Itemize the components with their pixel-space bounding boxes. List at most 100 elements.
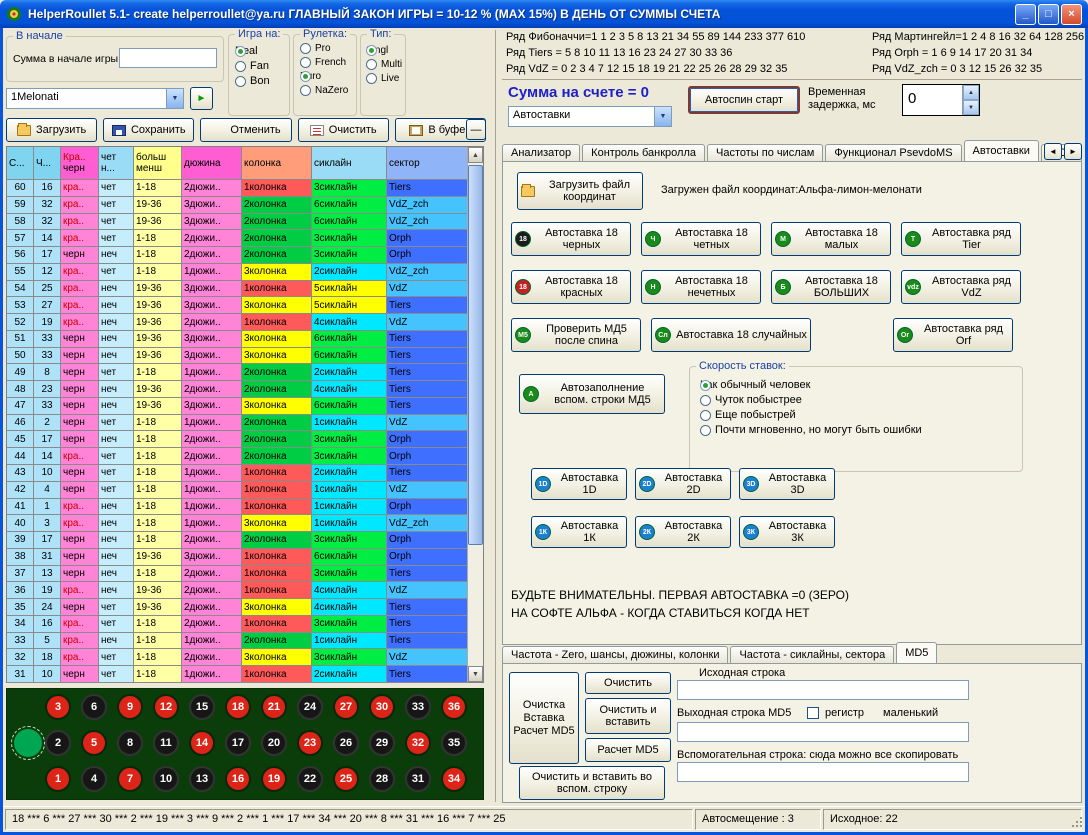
toolbar-button[interactable]: Сохранить — [103, 118, 194, 142]
wheel-number[interactable]: 6 — [81, 694, 107, 720]
autobet-button[interactable]: СлАвтоставка 18 случайных — [651, 318, 811, 352]
autobet-button[interactable]: М5Проверить МД5 после спина — [511, 318, 641, 352]
maximize-button[interactable]: □ — [1038, 4, 1059, 25]
tab-4[interactable]: Автоставки — [964, 140, 1039, 161]
wheel-number[interactable]: 25 — [333, 766, 359, 792]
autobet-button[interactable]: 3КАвтоставка 3К — [739, 516, 835, 548]
md5-big-button[interactable]: Очистка Вставка Расчет MD5 — [509, 672, 579, 764]
md5-clear-paste-aux-button[interactable]: Очистить и вставить во вспом. строку — [519, 766, 665, 800]
md5-output-input[interactable] — [677, 722, 969, 742]
autobet-button[interactable]: ТАвтоставка ряд Tier — [901, 222, 1021, 256]
scroll-up-icon[interactable]: ▲ — [468, 147, 483, 163]
autobet-button[interactable]: БАвтоставка 18 БОЛЬШИХ — [771, 270, 891, 304]
wheel-number[interactable]: 10 — [153, 766, 179, 792]
autobet-button[interactable]: 18Автоставка 18 красных — [511, 270, 631, 304]
wheel-number[interactable]: 17 — [225, 730, 251, 756]
wheel-number[interactable]: 4 — [81, 766, 107, 792]
radio-option[interactable]: French — [300, 57, 356, 68]
close-button[interactable]: × — [1061, 4, 1082, 25]
wheel-number[interactable]: 20 — [261, 730, 287, 756]
autobet-button[interactable]: vdzАвтоставка ряд VdZ — [901, 270, 1021, 304]
delay-spinner[interactable]: 0 ▲ ▼ — [902, 84, 980, 116]
scrollbar-thumb[interactable] — [468, 165, 483, 545]
wheel-number[interactable]: 16 — [225, 766, 251, 792]
wheel-number[interactable]: 19 — [261, 766, 287, 792]
wheel-zero[interactable] — [14, 729, 42, 757]
radio-option[interactable]: Singl — [366, 45, 405, 56]
wheel-number[interactable]: 5 — [81, 730, 107, 756]
wheel-number[interactable]: 35 — [441, 730, 467, 756]
spin-down-icon[interactable]: ▼ — [963, 100, 979, 115]
radio-option[interactable]: Euro — [300, 71, 356, 82]
preset-select[interactable]: 1Melonati ▼ — [6, 88, 184, 109]
wheel-number[interactable]: 15 — [189, 694, 215, 720]
tab-scroll-left[interactable]: ◄ — [1044, 143, 1062, 160]
wheel-number[interactable]: 7 — [117, 766, 143, 792]
wheel-number[interactable]: 23 — [297, 730, 323, 756]
autobet-button[interactable]: НАвтоставка 18 нечетных — [641, 270, 761, 304]
tab-1[interactable]: Частота - сиклайны, сектора — [730, 646, 894, 663]
radio-option[interactable]: Bon — [235, 75, 289, 87]
wheel-number[interactable]: 36 — [441, 694, 467, 720]
tab-2[interactable]: Частоты по числам — [707, 144, 823, 161]
mode-select[interactable]: Автоставки ▼ — [508, 106, 672, 127]
radio-option[interactable]: Multi — [366, 59, 405, 70]
wheel-number[interactable]: 32 — [405, 730, 431, 756]
autobet-button[interactable]: 2DАвтоставка 2D — [635, 468, 731, 500]
radio-option[interactable]: NaZero — [300, 85, 356, 96]
toolbar-button[interactable]: Отменить — [200, 118, 291, 142]
wheel-number[interactable]: 11 — [153, 730, 179, 756]
tab-3[interactable]: Функционал PsevdoMS — [825, 144, 961, 161]
wheel-number[interactable]: 26 — [333, 730, 359, 756]
tab-2[interactable]: MD5 — [896, 642, 937, 663]
radio-option[interactable]: Fan — [235, 60, 289, 72]
wheel-number[interactable]: 21 — [261, 694, 287, 720]
start-sum-input[interactable] — [119, 48, 217, 68]
autobet-button[interactable]: ЧАвтоставка 18 четных — [641, 222, 761, 256]
tab-0[interactable]: Частота - Zero, шансы, дюжины, колонки — [502, 646, 728, 663]
wheel-number[interactable]: 9 — [117, 694, 143, 720]
minimize-button[interactable]: _ — [1015, 4, 1036, 25]
autobet-button[interactable]: 3DАвтоставка 3D — [739, 468, 835, 500]
md5-calc-button[interactable]: Расчет MD5 — [585, 738, 671, 762]
md5-source-input[interactable] — [677, 680, 969, 700]
md5-clear-button[interactable]: Очистить — [585, 672, 671, 694]
radio-option[interactable]: Real — [235, 45, 289, 57]
table-scrollbar[interactable]: ▲ ▼ — [467, 147, 483, 682]
spin-up-icon[interactable]: ▲ — [963, 85, 979, 100]
register-checkbox[interactable] — [807, 707, 819, 719]
radio-option[interactable]: Почти мгновенно, но могут быть ошибки — [700, 424, 1022, 436]
tab-1[interactable]: Контроль банкролла — [582, 144, 705, 161]
wheel-number[interactable]: 1 — [45, 766, 71, 792]
load-coordinates-button[interactable]: Загрузить файл координат — [517, 172, 643, 210]
radio-option[interactable]: Live — [366, 73, 405, 84]
wheel-number[interactable]: 2 — [45, 730, 71, 756]
autobet-button[interactable]: 2КАвтоставка 2К — [635, 516, 731, 548]
tab-0[interactable]: Анализатор — [502, 144, 580, 161]
radio-option[interactable]: Pro — [300, 43, 356, 54]
wheel-number[interactable]: 24 — [297, 694, 323, 720]
md5-clear-paste-button[interactable]: Очистить и вставить — [585, 698, 671, 734]
play-button[interactable]: ► — [190, 87, 213, 110]
autobet-button[interactable]: 1КАвтоставка 1К — [531, 516, 627, 548]
wheel-number[interactable]: 8 — [117, 730, 143, 756]
scroll-down-icon[interactable]: ▼ — [468, 666, 483, 682]
autobet-button[interactable]: 1DАвтоставка 1D — [531, 468, 627, 500]
wheel-number[interactable]: 22 — [297, 766, 323, 792]
wheel-number[interactable]: 27 — [333, 694, 359, 720]
radio-option[interactable]: Еще побыстрей — [700, 409, 1022, 421]
md5-aux-input[interactable] — [677, 762, 969, 782]
wheel-number[interactable]: 31 — [405, 766, 431, 792]
wheel-number[interactable]: 18 — [225, 694, 251, 720]
wheel-number[interactable]: 30 — [369, 694, 395, 720]
wheel-number[interactable]: 28 — [369, 766, 395, 792]
radio-option[interactable]: Чуток побыстрее — [700, 394, 1022, 406]
autobet-button[interactable]: OrАвтоставка ряд Orf — [893, 318, 1013, 352]
wheel-number[interactable]: 3 — [45, 694, 71, 720]
toolbar-button[interactable]: Загрузить — [6, 118, 97, 142]
chevron-down-icon[interactable]: ▼ — [166, 89, 183, 108]
toolbar-button[interactable]: Очистить — [298, 118, 389, 142]
wheel-number[interactable]: 13 — [189, 766, 215, 792]
wheel-number[interactable]: 12 — [153, 694, 179, 720]
resize-grip[interactable] — [1070, 815, 1082, 827]
